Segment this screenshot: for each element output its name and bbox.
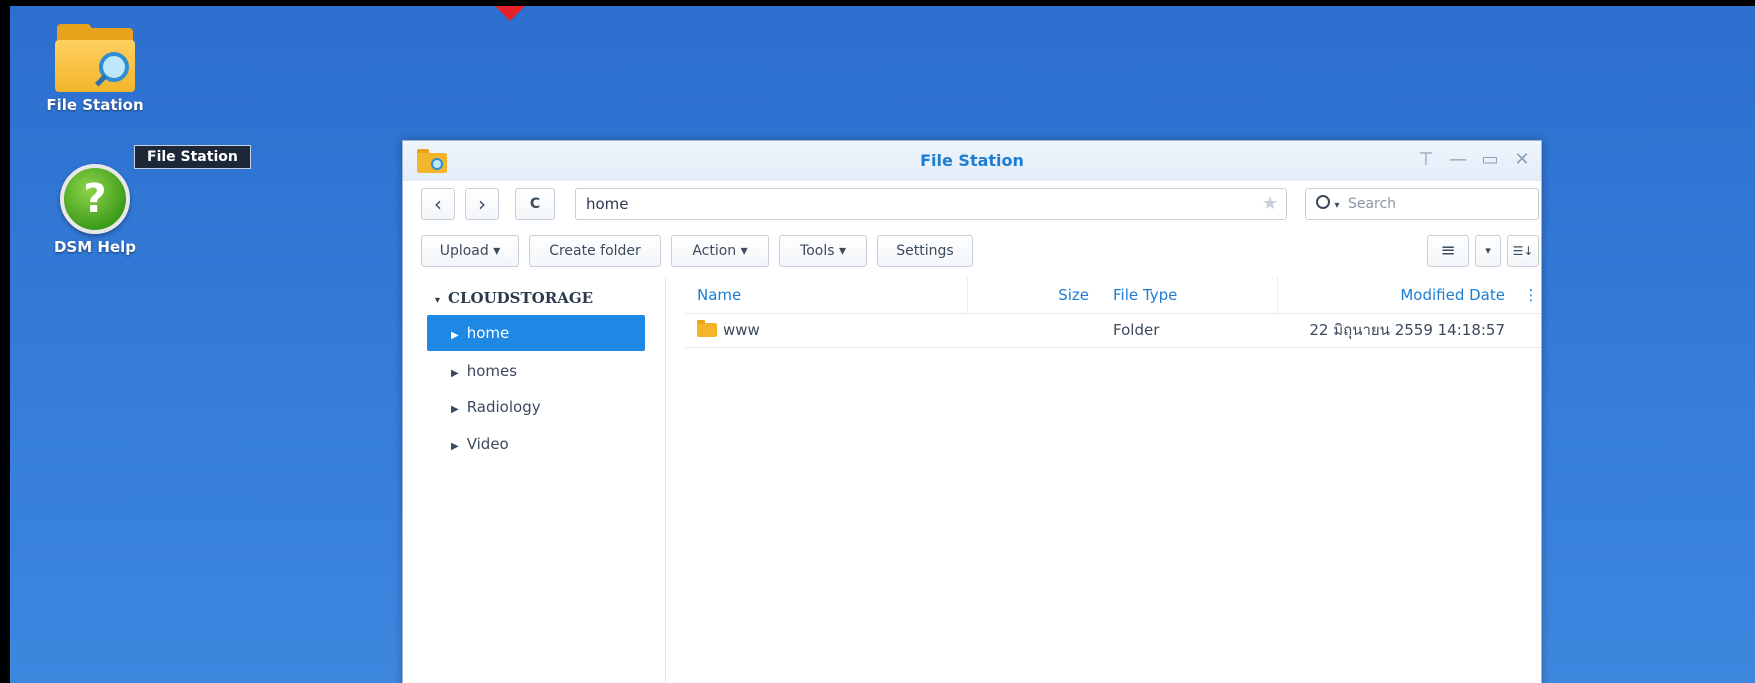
- tree-item-label: home: [466, 324, 510, 342]
- settings-button[interactable]: Settings: [877, 235, 973, 267]
- file-station-window: File Station ⊤ — ▭ ✕ ‹ › C home ★ ▾ Sear…: [402, 140, 1542, 683]
- file-station-icon: [55, 24, 135, 92]
- path-input[interactable]: home ★: [575, 188, 1287, 220]
- search-placeholder: Search: [1347, 196, 1397, 212]
- help-icon: ?: [60, 164, 130, 234]
- file-name-cell: www: [697, 313, 967, 347]
- folder-icon: [697, 320, 717, 337]
- action-button[interactable]: Action ▾: [671, 235, 769, 267]
- file-list-header: Name Size File Type Modified Date ⋮: [685, 277, 1541, 314]
- desktop-icon-file-station[interactable]: File Station: [35, 24, 155, 114]
- desktop-icon-label: File Station: [46, 96, 144, 114]
- upload-button[interactable]: Upload ▾: [421, 235, 519, 267]
- star-icon[interactable]: ★: [1262, 189, 1278, 219]
- pin-icon[interactable]: ⊤: [1415, 149, 1437, 171]
- window-title: File Station: [920, 151, 1024, 170]
- list-view-button[interactable]: ≡: [1427, 235, 1469, 267]
- create-folder-button[interactable]: Create folder: [529, 235, 661, 267]
- refresh-button[interactable]: C: [515, 188, 555, 220]
- minimize-button[interactable]: —: [1447, 149, 1469, 171]
- caret-right-icon: ▶: [451, 404, 459, 415]
- folder-tree: ▾ CLOUDSTORAGE ▶ home ▶ homes ▶ Radiology ▶ V…: [413, 277, 666, 683]
- tree-item-homes[interactable]: ▶ homes: [427, 353, 645, 389]
- desktop-icon-dsm-help[interactable]: ? DSM Help: [35, 164, 155, 256]
- tree-item-radiology[interactable]: ▶ Radiology: [427, 389, 645, 425]
- tree-item-label: Radiology: [466, 398, 541, 416]
- column-header-name[interactable]: Name: [697, 277, 967, 313]
- desktop: File Station File Station ? DSM Help Fil…: [10, 6, 1755, 683]
- sort-button[interactable]: ☰↓: [1507, 235, 1539, 267]
- forward-button[interactable]: ›: [465, 188, 499, 220]
- desktop-icon-label: DSM Help: [53, 238, 136, 256]
- path-text: home: [586, 195, 629, 213]
- tools-button[interactable]: Tools ▾: [779, 235, 867, 267]
- maximize-button[interactable]: ▭: [1479, 149, 1501, 171]
- chevron-down-icon: ▾: [435, 295, 441, 306]
- tree-item-home[interactable]: ▶ home: [427, 315, 645, 351]
- caret-right-icon: ▶: [451, 330, 459, 341]
- titlebar[interactable]: File Station ⊤ — ▭ ✕: [403, 141, 1541, 181]
- file-size-cell: [967, 313, 1097, 347]
- caret-right-icon: ▶: [451, 368, 459, 379]
- tree-item-label: Video: [466, 435, 509, 453]
- column-header-modified[interactable]: Modified Date: [1277, 277, 1513, 313]
- search-input[interactable]: ▾ Search: [1305, 188, 1539, 220]
- tree-root-label: CLOUDSTORAGE: [448, 289, 594, 307]
- tree-item-video[interactable]: ▶ Video: [427, 426, 645, 462]
- chevron-down-icon: ▾: [1334, 200, 1340, 211]
- file-name: www: [723, 321, 760, 339]
- tree-item-label: homes: [466, 362, 518, 380]
- red-marker: [493, 6, 527, 21]
- caret-right-icon: ▶: [451, 441, 459, 452]
- column-options-icon[interactable]: ⋮: [1521, 277, 1541, 313]
- tree-root[interactable]: ▾ CLOUDSTORAGE: [435, 289, 593, 307]
- back-button[interactable]: ‹: [421, 188, 455, 220]
- column-header-size[interactable]: Size: [967, 277, 1097, 313]
- table-row[interactable]: www Folder 22 มิถุนายน 2559 14:18:57: [685, 313, 1541, 348]
- view-dropdown-button[interactable]: ▾: [1475, 235, 1501, 267]
- column-header-type[interactable]: File Type: [1105, 277, 1275, 313]
- close-button[interactable]: ✕: [1511, 149, 1533, 171]
- file-modified-cell: 22 มิถุนายน 2559 14:18:57: [1309, 321, 1505, 339]
- file-type-cell: Folder: [1113, 321, 1160, 339]
- search-icon: [1316, 195, 1330, 209]
